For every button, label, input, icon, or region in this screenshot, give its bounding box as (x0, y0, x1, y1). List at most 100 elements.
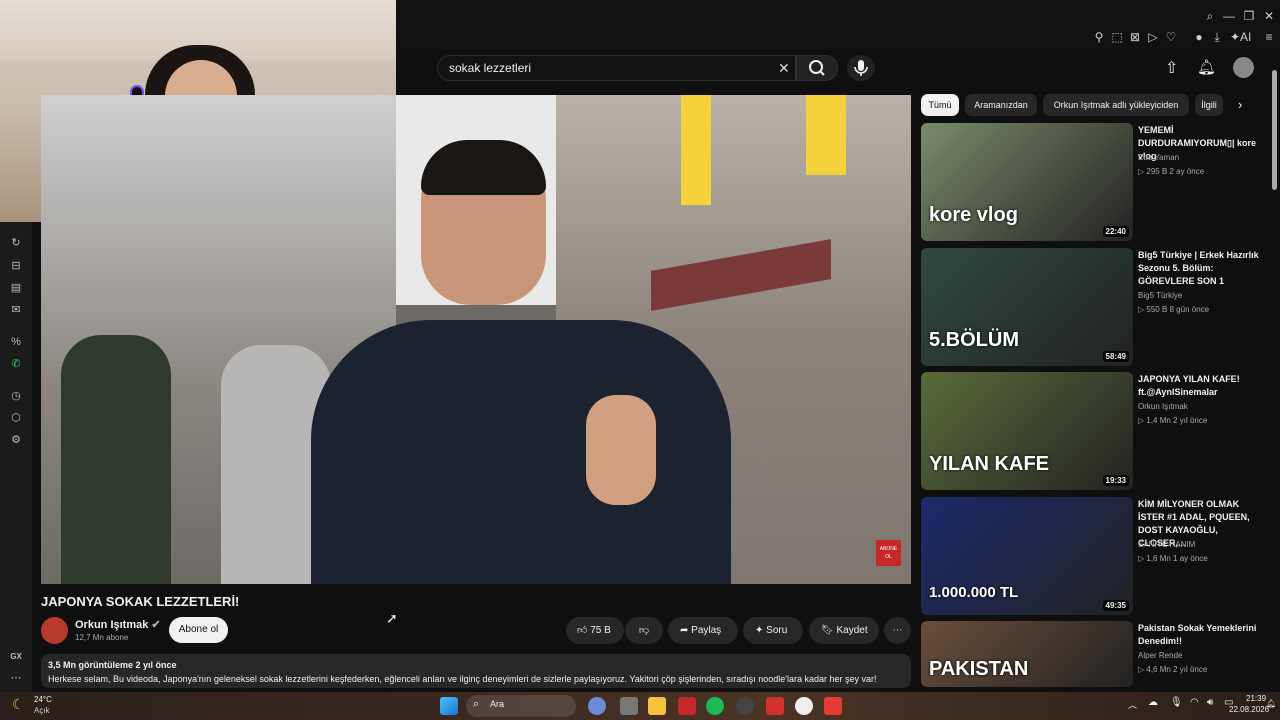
copilot-icon[interactable] (588, 697, 606, 715)
clock-time[interactable]: 21:39 (1246, 694, 1266, 703)
subscriber-count: 12,7 Mn abone (75, 633, 129, 642)
chevron-right-icon[interactable]: › (1238, 97, 1242, 112)
recommendation-thumbnail[interactable]: 5.BÖLÜM 58:49 (921, 248, 1133, 366)
channel-name[interactable]: Orkun Işıtmak ✔ (75, 618, 161, 631)
upload-icon[interactable]: ⇧ (1165, 58, 1178, 78)
subscribe-watermark[interactable]: ABONE OL (876, 540, 901, 566)
dislike-button[interactable]: 👎︎ (625, 617, 663, 644)
weather-temp[interactable]: 24°C (34, 695, 52, 704)
percent-icon[interactable]: % (9, 335, 23, 349)
mic-tray-icon[interactable]: 🎙︎ (1170, 697, 1183, 708)
history-icon[interactable]: ↻ (9, 236, 23, 250)
start-icon[interactable] (440, 697, 458, 715)
windows-taskbar (0, 692, 1280, 720)
recommendation-meta: ▷ 1,6 Mn 1 ay önce (1138, 554, 1208, 563)
chip-all[interactable]: Tümü (921, 94, 959, 116)
wifi-icon[interactable]: ◠ (1190, 697, 1199, 708)
dislike-icon: 👎︎ (638, 625, 650, 636)
mouse-cursor-icon: ➚ (386, 610, 398, 626)
search-button[interactable] (796, 55, 838, 81)
video-sign-yellow (681, 95, 711, 205)
close-window-icon[interactable]: ✕ (1262, 9, 1276, 23)
settings-icon[interactable]: ⚙ (9, 433, 23, 447)
heart-icon[interactable]: ♡ (1164, 30, 1178, 44)
gx-label: GX (10, 652, 22, 661)
block-icon[interactable]: ⊠ (1128, 30, 1142, 44)
recommendation-thumbnail[interactable]: 1.000.000 TL 49:35 (921, 497, 1133, 615)
save-button[interactable]: 🔖︎ Kaydet (809, 617, 879, 644)
mail-icon[interactable]: ✉ (9, 303, 23, 317)
ai-icon[interactable]: ✦AI (1230, 30, 1251, 44)
taskbar-search-label: Ara (490, 699, 505, 709)
avatar[interactable] (1233, 57, 1254, 78)
snapshot-icon[interactable]: ⬚ (1110, 30, 1124, 44)
recommendation-channel[interactable]: Eda Yaman (1138, 153, 1179, 162)
description-text: Herkese selam, Bu videoda, Japonya'nın g… (48, 674, 877, 684)
duration-badge: 58:49 (1102, 351, 1129, 362)
share-button[interactable]: ➦ Paylaş (668, 617, 738, 644)
clock-icon[interactable]: ◷ (9, 389, 23, 403)
scrollbar-thumb[interactable] (1272, 70, 1277, 190)
play-icon[interactable]: ▷ (1146, 30, 1160, 44)
download-icon[interactable]: ⤓ (1210, 30, 1224, 44)
opera-gx-icon[interactable] (678, 697, 696, 715)
valorant-icon[interactable] (824, 697, 842, 715)
recommendation-title[interactable]: Pakistan Sokak Yemeklerini Denedim!! (1138, 622, 1263, 648)
task-view-icon[interactable] (620, 697, 638, 715)
notification-bell-icon[interactable]: 🔔︎ (1266, 699, 1276, 708)
profile-icon[interactable]: ● (1192, 30, 1206, 44)
recommendation-title[interactable]: Big5 Türkiye | Erkek Hazırlık Sezonu 5. … (1138, 249, 1263, 288)
recommendation-channel[interactable]: Orkun Işıtmak (1138, 402, 1188, 411)
chip-from-search[interactable]: Aramanızdan (965, 94, 1037, 116)
like-icon: 👍︎ (577, 625, 588, 636)
ask-button[interactable]: ✦ Soru (743, 617, 803, 644)
steam-icon[interactable] (736, 697, 754, 715)
cloud-icon[interactable]: ☁ (1148, 697, 1158, 708)
app-icon[interactable] (766, 697, 784, 715)
obs-icon[interactable] (795, 697, 813, 715)
more-icon[interactable]: ⋯ (9, 671, 23, 685)
tray-chevron-icon[interactable]: ︿ (1128, 698, 1137, 711)
share-icon: ➦ (680, 625, 689, 636)
minimize-icon[interactable]: — (1222, 9, 1236, 23)
extensions-icon[interactable]: ⬡ (9, 411, 23, 425)
bag-icon[interactable]: ⊟ (9, 259, 23, 273)
channel-name-label: Orkun Işıtmak (75, 619, 149, 631)
recommendation-meta: ▷ 295 B 2 ay önce (1138, 167, 1205, 176)
recommendation-channel[interactable]: Alper Rende (1138, 651, 1182, 660)
spotify-icon[interactable] (706, 697, 724, 715)
menu-icon[interactable]: ≡ (1262, 30, 1276, 44)
weather-icon[interactable]: ☾ (12, 696, 25, 713)
news-icon[interactable]: ▤ (9, 281, 23, 295)
video-player[interactable]: ABONE OL (41, 95, 911, 584)
bookmark-icon: 🔖︎ (821, 625, 834, 636)
recommendation-title[interactable]: JAPONYA YILAN KAFE! ft.@AynISinemalar (1138, 373, 1263, 399)
recommendation-thumbnail[interactable]: PAKISTAN (921, 621, 1133, 687)
recommendation-meta: ▷ 550 B 8 gün önce (1138, 305, 1210, 314)
restore-icon[interactable]: ❐ (1242, 9, 1256, 23)
video-host-thumb (586, 395, 656, 505)
recommendation-channel[interactable]: SANİYE HANIM (1138, 540, 1195, 549)
channel-avatar[interactable] (41, 617, 68, 644)
chip-related[interactable]: İlgili (1195, 94, 1223, 116)
voice-search-button[interactable] (847, 55, 875, 81)
subscribe-button[interactable]: Abone ol (169, 617, 228, 643)
thumbnail-text: kore vlog (929, 204, 1018, 226)
clear-search-icon[interactable]: ✕ (778, 60, 790, 77)
duration-badge: 19:33 (1102, 475, 1129, 486)
recommendation-channel[interactable]: Big5 Türkiye (1138, 291, 1182, 300)
volume-icon[interactable]: 🔊︎ (1207, 697, 1213, 708)
chip-from-uploader[interactable]: Orkun Işıtmak adlı yükleyiciden (1043, 94, 1189, 116)
like-button[interactable]: 👍︎ 75 B (566, 617, 624, 644)
video-sign-yellow-2 (806, 95, 846, 175)
search-icon[interactable]: ⌕ (1203, 9, 1217, 23)
recommendation-thumbnail[interactable]: kore vlog 22:40 (921, 123, 1133, 241)
notifications-icon[interactable]: 🔔︎ (1197, 58, 1216, 76)
file-explorer-icon[interactable] (648, 697, 666, 715)
pin-icon[interactable]: ⚲ (1092, 30, 1106, 44)
whatsapp-icon[interactable]: ✆ (9, 357, 23, 371)
recommendation-thumbnail[interactable]: YILAN KAFE 19:33 (921, 372, 1133, 490)
taskbar-search[interactable] (466, 695, 576, 717)
thumbnail-text: YILAN KAFE (929, 453, 1049, 475)
more-actions-button[interactable]: ⋯ (884, 617, 911, 644)
